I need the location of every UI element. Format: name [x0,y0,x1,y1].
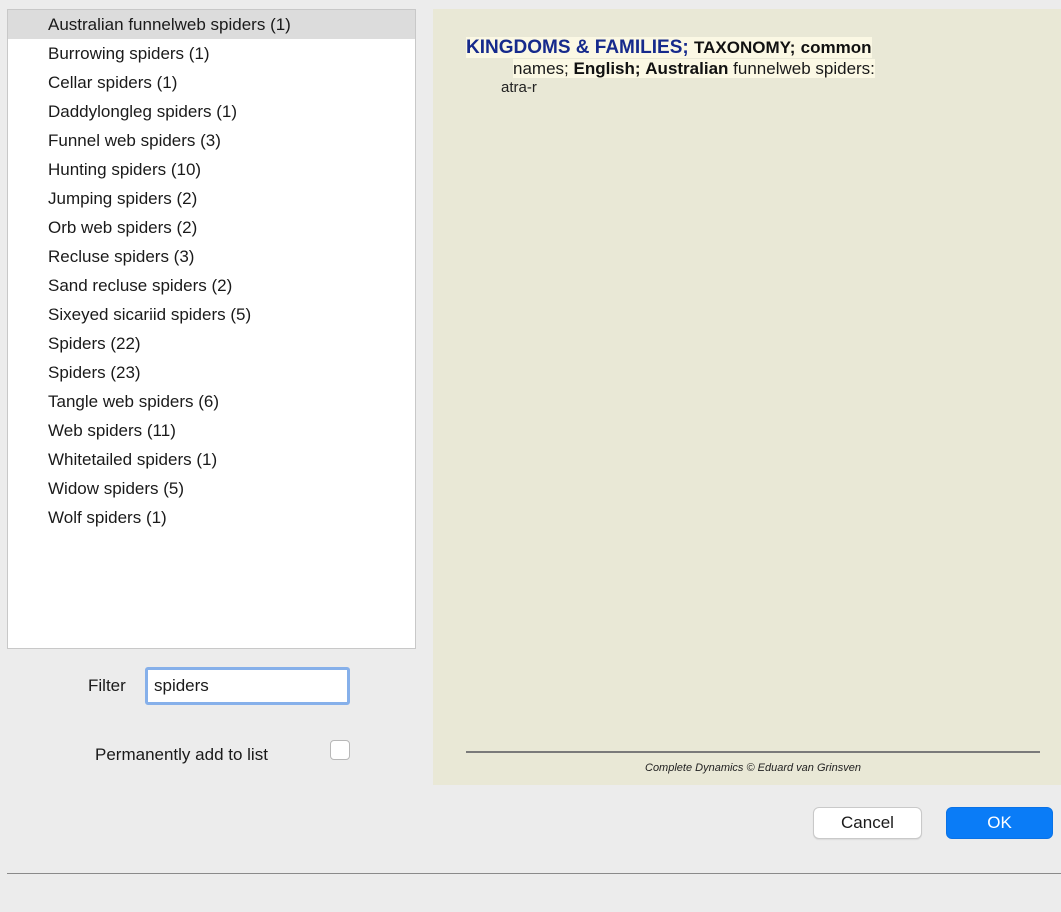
list-item[interactable]: Orb web spiders (2) [8,213,415,242]
list-item[interactable]: Spiders (22) [8,329,415,358]
bottom-divider [7,873,1061,874]
rubric-list-items: Australian funnelweb spiders (1) Burrowin… [8,10,415,532]
rubric-names: names; [513,59,569,78]
rubric-common: common [800,38,872,57]
list-item[interactable]: Wolf spiders (1) [8,503,415,532]
rubric-list[interactable]: Australian funnelweb spiders (1) Burrowin… [7,9,416,649]
ok-button[interactable]: OK [946,807,1053,839]
rubric-species: funnelweb spiders: [733,59,875,78]
preview-divider [466,751,1040,753]
rubric-taxonomy: TAXONOMY; [694,38,796,57]
remedy-abbreviation[interactable]: atra-r [466,79,1026,97]
list-item[interactable]: Spiders (23) [8,358,415,387]
rubric-english: English; [573,59,641,78]
list-item[interactable]: Cellar spiders (1) [8,68,415,97]
rubric-entry-line-2: names; English; Australian funnelweb spi… [466,59,1026,79]
list-item[interactable]: Burrowing spiders (1) [8,39,415,68]
list-item[interactable]: Jumping spiders (2) [8,184,415,213]
rubric-preview-panel: KINGDOMS & FAMILIES; TAXONOMY; common na… [433,9,1061,785]
filter-input[interactable] [145,667,350,705]
list-item[interactable]: Daddylongleg spiders (1) [8,97,415,126]
list-item[interactable]: Sixeyed sicariid spiders (5) [8,300,415,329]
list-item[interactable]: Widow spiders (5) [8,474,415,503]
permanently-add-label: Permanently add to list [95,745,268,764]
list-item[interactable]: Sand recluse spiders (2) [8,271,415,300]
list-item[interactable]: Hunting spiders (10) [8,155,415,184]
permanently-add-checkbox[interactable] [330,740,350,760]
filter-label: Filter [88,676,126,695]
copyright-text: Complete Dynamics © Eduard van Grinsven [645,762,861,774]
rubric-entry: KINGDOMS & FAMILIES; TAXONOMY; common na… [466,37,1026,97]
rubric-australian: Australian [645,59,729,78]
cancel-button[interactable]: Cancel [813,807,922,839]
list-item[interactable]: Australian funnelweb spiders (1) [8,10,415,39]
list-item[interactable]: Tangle web spiders (6) [8,387,415,416]
list-item[interactable]: Web spiders (11) [8,416,415,445]
rubric-entry-line-1: KINGDOMS & FAMILIES; TAXONOMY; common [466,37,1026,59]
list-item[interactable]: Whitetailed spiders (1) [8,445,415,474]
chapter-kingdoms-families: KINGDOMS & FAMILIES; [466,37,689,58]
list-item[interactable]: Funnel web spiders (3) [8,126,415,155]
list-item[interactable]: Recluse spiders (3) [8,242,415,271]
